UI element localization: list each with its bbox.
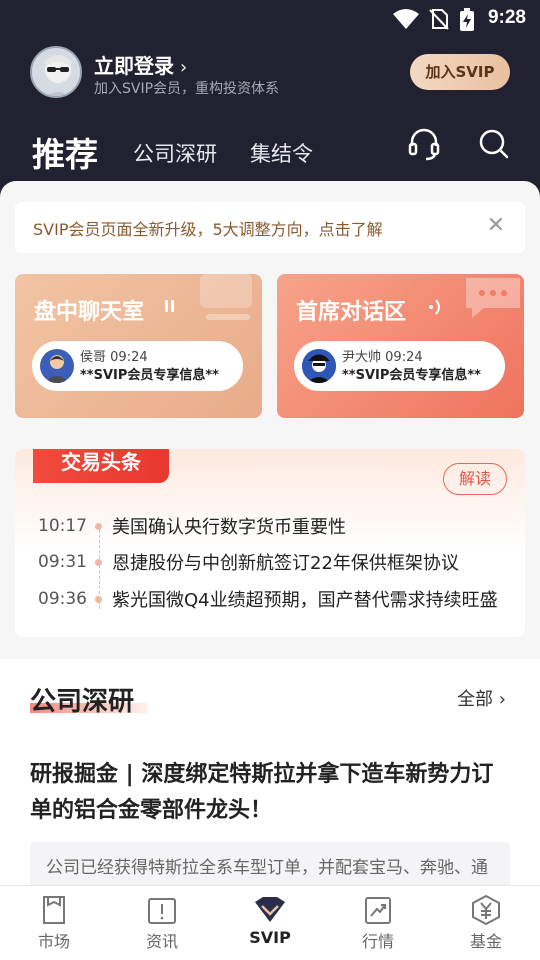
timeline-dot [95, 523, 102, 530]
bottom-nav: 市场 资讯 SVIP 行情 基金 [0, 885, 540, 960]
tab-assembly[interactable]: 集结令 [250, 138, 313, 168]
notice-banner[interactable]: SVIP会员页面全新升级，5大调整方向，点击了解 ✕ [15, 202, 525, 253]
chief-dialog-message: 尹大帅 09:24 **SVIP会员专享信息** [294, 341, 505, 391]
login-link[interactable]: 立即登录 › [94, 50, 187, 79]
news-title: 紫光国微Q4业绩超预期，国产替代需求持续旺盛 [112, 590, 498, 611]
status-time: 9:28 [487, 7, 526, 28]
login-label: 立即登录 [94, 54, 174, 78]
message-meta: 侯哥 09:24 [80, 346, 148, 365]
news-item[interactable]: 10:17 美国确认央行数字货币重要性 [38, 513, 508, 539]
news-item[interactable]: 09:36 紫光国微Q4业绩超预期，国产替代需求持续旺盛 [38, 586, 508, 612]
tab-company-research[interactable]: 公司深研 [133, 138, 217, 168]
headset-icon[interactable] [408, 128, 440, 162]
nav-fund[interactable]: 基金 [432, 894, 540, 952]
chevron-right-icon: › [180, 57, 188, 78]
timeline-dot [95, 596, 102, 603]
nav-market[interactable]: 市场 [0, 894, 108, 952]
news-icon [148, 898, 176, 924]
chat-room-card[interactable]: 盘中聊天室 侯哥 09:24 **SVIP会员专享信息** [15, 274, 262, 418]
message-time: 09:24 [110, 350, 148, 365]
fund-icon [472, 894, 500, 926]
timeline-dot [95, 559, 102, 566]
company-research-section: 公司深研 全部 › 研报掘金 | 深度绑定特斯拉并拿下造车新势力订单的铝合金零部… [0, 659, 540, 891]
trading-headlines: 交易头条 解读 10:17 美国确认央行数字货币重要性 09:31 恩捷股份与中… [15, 449, 525, 637]
content-area: SVIP会员页面全新升级，5大调整方向，点击了解 ✕ 盘中聊天室 侯哥 09:2… [0, 181, 540, 891]
avatar [302, 349, 336, 383]
message-text: **SVIP会员专享信息** [80, 368, 219, 383]
chat-room-title: 盘中聊天室 [34, 300, 145, 325]
svip-icon [255, 897, 285, 922]
nav-label: 基金 [469, 932, 502, 951]
nav-news[interactable]: 资讯 [108, 894, 216, 952]
chief-dialog-card[interactable]: 首席对话区 尹大帅 09:24 **SVIP会员专享信息** [277, 274, 524, 418]
profile-row: 立即登录 › 加入SVIP会员，重构投资体系 加入SVIP [30, 46, 510, 100]
audio-bars-icon [165, 300, 174, 312]
sound-wave-icon [429, 299, 440, 315]
quotes-icon [365, 897, 391, 924]
wifi-icon [393, 9, 419, 29]
message-user: 侯哥 [80, 350, 107, 365]
chat-bubble-deco-icon [466, 278, 520, 318]
chat-room-message: 侯哥 09:24 **SVIP会员专享信息** [32, 341, 243, 391]
article-summary[interactable]: 公司已经获得特斯拉全系车型订单，并配套宝马、奔驰、通用等全球主流主机厂。 [30, 842, 510, 891]
search-icon[interactable] [478, 128, 510, 162]
news-time: 10:17 [38, 516, 87, 536]
see-all-link[interactable]: 全部 › [457, 685, 506, 711]
avatar[interactable] [30, 46, 82, 98]
section-title: 公司深研 [30, 687, 135, 717]
nav-label: 行情 [361, 932, 394, 951]
market-icon [43, 896, 65, 924]
deco-line [206, 314, 250, 320]
tab-recommend[interactable]: 推荐 [32, 128, 98, 176]
message-text: **SVIP会员专享信息** [342, 368, 481, 383]
top-tabs: 推荐 公司深研 集结令 [32, 128, 512, 174]
nav-label: 资讯 [145, 932, 178, 951]
close-icon[interactable]: ✕ [487, 213, 505, 238]
news-item[interactable]: 09:31 恩捷股份与中创新航签订22年保供框架协议 [38, 549, 508, 575]
nav-svip[interactable]: SVIP [216, 894, 324, 947]
news-title: 美国确认央行数字货币重要性 [112, 517, 346, 538]
chief-dialog-title: 首席对话区 [296, 300, 407, 325]
message-time: 09:24 [385, 350, 423, 365]
battery-charging-icon [460, 8, 474, 31]
message-user: 尹大帅 [342, 350, 382, 365]
no-sim-icon [429, 9, 449, 30]
news-time: 09:31 [38, 552, 87, 572]
headline-tag: 交易头条 [33, 449, 169, 483]
profile-subtitle: 加入SVIP会员，重构投资体系 [94, 81, 280, 97]
nav-label: 市场 [37, 932, 70, 951]
message-meta: 尹大帅 09:24 [342, 346, 423, 365]
nav-label: SVIP [249, 928, 291, 947]
avatar [40, 349, 74, 383]
article-title[interactable]: 研报掘金 | 深度绑定特斯拉并拿下造车新势力订单的铝合金零部件龙头！ [30, 757, 510, 829]
video-deco-icon [200, 274, 252, 308]
join-svip-button[interactable]: 加入SVIP [410, 54, 510, 90]
notice-text: SVIP会员页面全新升级，5大调整方向，点击了解 [33, 220, 383, 239]
see-all-label: 全部 [457, 689, 494, 710]
news-time: 09:36 [38, 589, 87, 609]
chevron-right-icon: › [498, 689, 506, 710]
nav-quotes[interactable]: 行情 [324, 894, 432, 952]
read-button[interactable]: 解读 [443, 463, 507, 495]
status-bar: 9:28 [0, 0, 540, 36]
news-title: 恩捷股份与中创新航签订22年保供框架协议 [112, 553, 459, 574]
